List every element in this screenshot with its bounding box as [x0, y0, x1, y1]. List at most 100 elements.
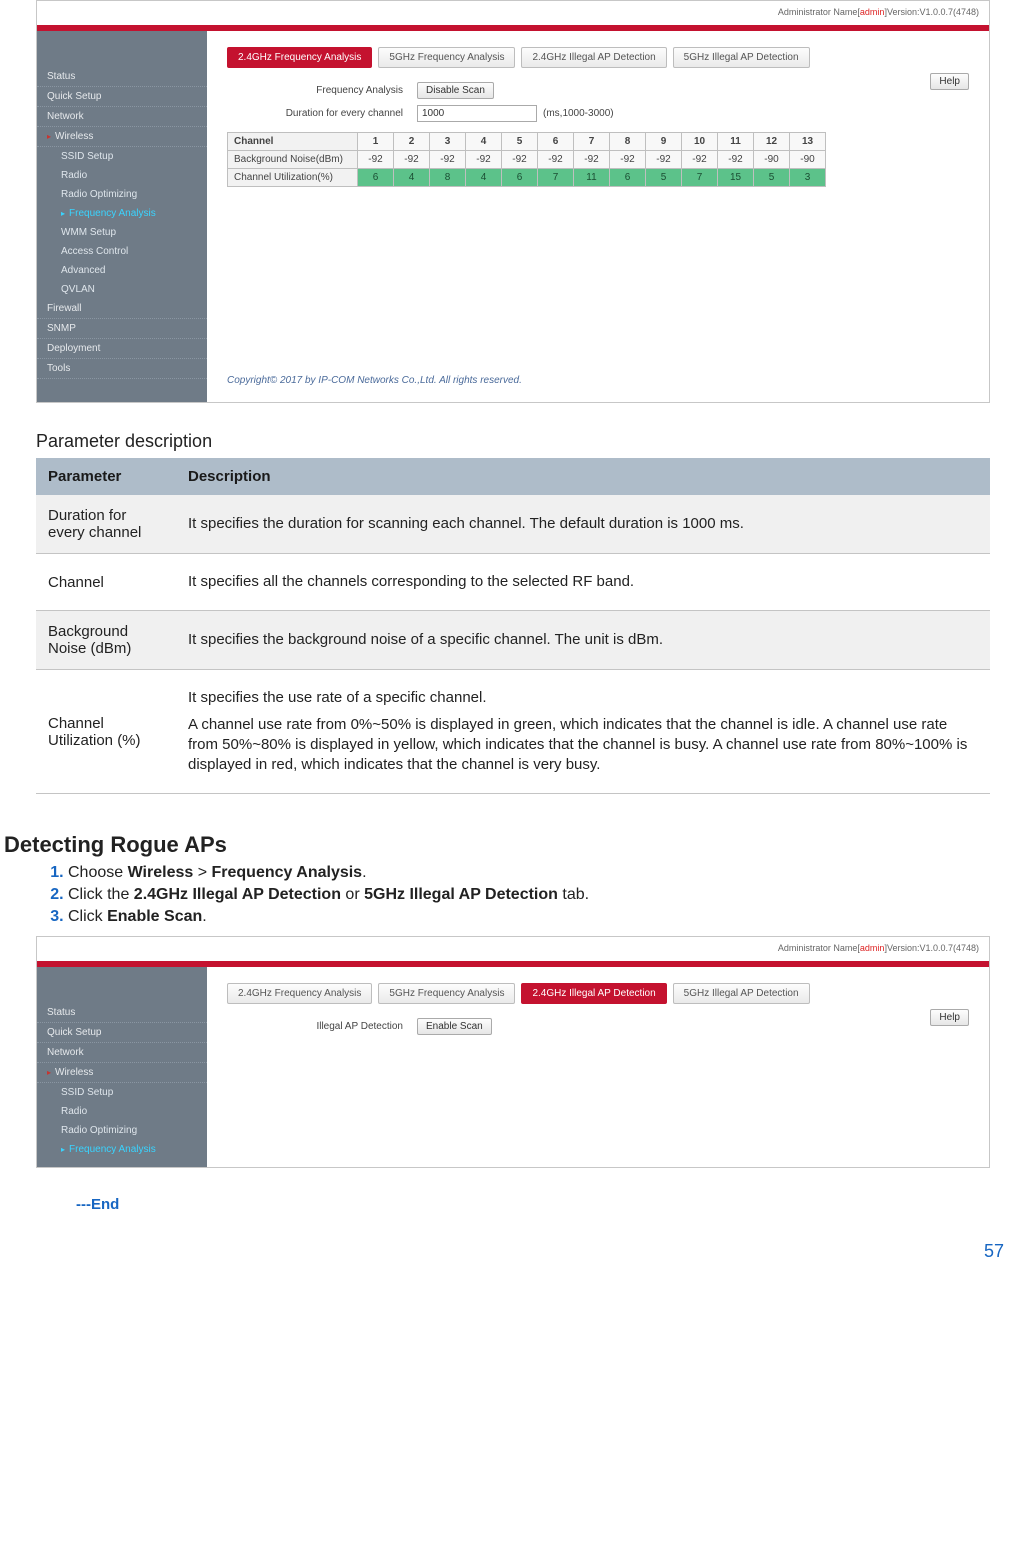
param-desc: It specifies the background noise of a s…	[176, 611, 990, 670]
router-sidebar: StatusQuick SetupNetworkWirelessSSID Set…	[37, 31, 207, 402]
channel-cell: -90	[754, 151, 790, 169]
router-tab[interactable]: 2.4GHz Illegal AP Detection	[521, 47, 666, 68]
step-item: Click the 2.4GHz Illegal AP Detection or…	[68, 886, 990, 904]
duration-input[interactable]	[417, 105, 537, 122]
parameter-table: Parameter Description Duration for every…	[36, 458, 990, 794]
sidebar-item[interactable]: Status	[37, 1003, 207, 1023]
sidebar-item-wireless[interactable]: Wireless	[37, 1063, 207, 1083]
sidebar-subitem[interactable]: Frequency Analysis	[37, 1140, 207, 1159]
disable-scan-button[interactable]: Disable Scan	[417, 82, 494, 99]
step-item: Choose Wireless > Frequency Analysis.	[68, 864, 990, 882]
illegal-ap-label: Illegal AP Detection	[227, 1021, 417, 1032]
param-name: Background Noise (dBm)	[36, 611, 176, 670]
channel-col-header: 11	[718, 133, 754, 151]
sidebar-subitem[interactable]: Radio Optimizing	[37, 185, 207, 204]
channel-cell: -92	[358, 151, 394, 169]
section-heading: Detecting Rogue APs	[4, 832, 990, 858]
param-section-title: Parameter description	[36, 431, 990, 452]
sidebar-subitem[interactable]: Frequency Analysis	[37, 204, 207, 223]
channel-col-header: 9	[646, 133, 682, 151]
channel-cell: 7	[682, 169, 718, 187]
param-name: Duration for every channel	[36, 495, 176, 554]
param-header-parameter: Parameter	[36, 458, 176, 495]
help-button[interactable]: Help	[930, 73, 969, 90]
channel-col-header: 2	[394, 133, 430, 151]
channel-cell: 6	[358, 169, 394, 187]
sidebar-subitem[interactable]: SSID Setup	[37, 1083, 207, 1102]
steps-list: Choose Wireless > Frequency Analysis. Cli…	[36, 864, 990, 926]
router-tabs: 2.4GHz Frequency Analysis 5GHz Frequency …	[227, 47, 969, 68]
param-header-description: Description	[176, 458, 990, 495]
param-name: Channel	[36, 554, 176, 611]
channel-cell: 5	[646, 169, 682, 187]
channel-col-header: 12	[754, 133, 790, 151]
channel-cell: 3	[790, 169, 826, 187]
help-button[interactable]: Help	[930, 1009, 969, 1026]
sidebar-item[interactable]: Firewall	[37, 299, 207, 319]
router-tabs: 2.4GHz Frequency Analysis 5GHz Frequency …	[227, 983, 969, 1004]
sidebar-item[interactable]: Quick Setup	[37, 87, 207, 107]
param-desc: It specifies the use rate of a specific …	[176, 670, 990, 794]
channel-col-header: 4	[466, 133, 502, 151]
channel-cell: -92	[574, 151, 610, 169]
freq-analysis-label: Frequency Analysis	[227, 85, 417, 96]
channel-table: Channel12345678910111213Background Noise…	[227, 132, 826, 187]
duration-hint: (ms,1000-3000)	[543, 108, 614, 119]
sidebar-subitem[interactable]: Radio	[37, 166, 207, 185]
sidebar-item-wireless[interactable]: Wireless	[37, 127, 207, 147]
end-marker: ---End	[76, 1196, 990, 1213]
channel-cell: -92	[502, 151, 538, 169]
channel-col-header: 5	[502, 133, 538, 151]
channel-cell: 7	[538, 169, 574, 187]
channel-cell: 15	[718, 169, 754, 187]
router-tab[interactable]: 5GHz Illegal AP Detection	[673, 983, 810, 1004]
channel-cell: -92	[538, 151, 574, 169]
channel-col-header: 6	[538, 133, 574, 151]
channel-cell: 4	[466, 169, 502, 187]
router-screenshot-freq-analysis: Administrator Name[admin]Version:V1.0.0.…	[36, 0, 990, 403]
channel-cell: -90	[790, 151, 826, 169]
channel-col-header: 1	[358, 133, 394, 151]
sidebar-item[interactable]: SNMP	[37, 319, 207, 339]
channel-cell: -92	[646, 151, 682, 169]
sidebar-item[interactable]: Status	[37, 67, 207, 87]
sidebar-subitem[interactable]: QVLAN	[37, 280, 207, 299]
sidebar-item[interactable]: Tools	[37, 359, 207, 379]
sidebar-item[interactable]: Network	[37, 107, 207, 127]
channel-cell: -92	[682, 151, 718, 169]
channel-col-header: 10	[682, 133, 718, 151]
sidebar-subitem[interactable]: Advanced	[37, 261, 207, 280]
router-tab[interactable]: 2.4GHz Frequency Analysis	[227, 983, 372, 1004]
admin-header: Administrator Name[admin]Version:V1.0.0.…	[37, 937, 989, 961]
sidebar-item[interactable]: Deployment	[37, 339, 207, 359]
router-tab[interactable]: 5GHz Illegal AP Detection	[673, 47, 810, 68]
router-tab[interactable]: 2.4GHz Illegal AP Detection	[521, 983, 666, 1004]
sidebar-subitem[interactable]: Radio Optimizing	[37, 1121, 207, 1140]
param-name: Channel Utilization (%)	[36, 670, 176, 794]
channel-cell: 5	[754, 169, 790, 187]
sidebar-subitem[interactable]: SSID Setup	[37, 147, 207, 166]
channel-cell: 6	[610, 169, 646, 187]
channel-col-header: 7	[574, 133, 610, 151]
channel-row-header: Channel Utilization(%)	[228, 169, 358, 187]
router-sidebar: StatusQuick SetupNetworkWirelessSSID Set…	[37, 967, 207, 1167]
sidebar-item[interactable]: Quick Setup	[37, 1023, 207, 1043]
sidebar-subitem[interactable]: Access Control	[37, 242, 207, 261]
step-item: Click Enable Scan.	[68, 908, 990, 926]
param-desc: It specifies the duration for scanning e…	[176, 495, 990, 554]
enable-scan-button[interactable]: Enable Scan	[417, 1018, 492, 1035]
channel-col-header: 8	[610, 133, 646, 151]
admin-header: Administrator Name[admin]Version:V1.0.0.…	[37, 1, 989, 25]
router-tab[interactable]: 2.4GHz Frequency Analysis	[227, 47, 372, 68]
channel-cell: 6	[502, 169, 538, 187]
page-number: 57	[0, 1233, 1010, 1270]
router-tab[interactable]: 5GHz Frequency Analysis	[378, 47, 515, 68]
sidebar-subitem[interactable]: Radio	[37, 1102, 207, 1121]
sidebar-item[interactable]: Network	[37, 1043, 207, 1063]
channel-cell: -92	[394, 151, 430, 169]
sidebar-subitem[interactable]: WMM Setup	[37, 223, 207, 242]
channel-col-header: 13	[790, 133, 826, 151]
router-screenshot-illegal-ap: Administrator Name[admin]Version:V1.0.0.…	[36, 936, 990, 1168]
router-tab[interactable]: 5GHz Frequency Analysis	[378, 983, 515, 1004]
channel-cell: -92	[466, 151, 502, 169]
